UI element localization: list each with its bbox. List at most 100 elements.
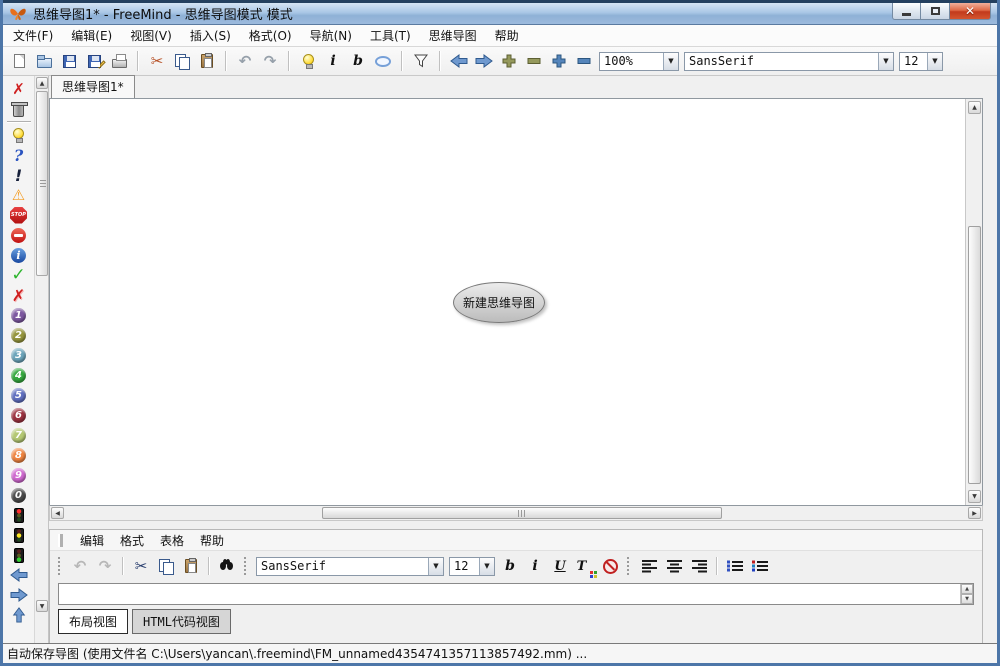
chevron-down-icon[interactable]: ▼ xyxy=(479,558,494,575)
zoom-in-blue-button[interactable] xyxy=(549,50,569,72)
icon-help[interactable]: ? xyxy=(6,145,32,165)
editor-menu-help[interactable]: 帮助 xyxy=(200,532,224,549)
open-map-button[interactable] xyxy=(34,50,54,72)
menu-file[interactable]: 文件(F) xyxy=(13,27,53,44)
chevron-down-icon[interactable]: ▼ xyxy=(663,53,678,70)
icon-traffic-green[interactable] xyxy=(6,545,32,565)
icon-remove[interactable]: ✗ xyxy=(6,79,32,99)
save-as-button[interactable] xyxy=(84,50,104,72)
icon-warning[interactable]: ⚠ xyxy=(6,185,32,205)
zoom-in-gray-button[interactable] xyxy=(499,50,519,72)
chevron-down-icon[interactable]: ▼ xyxy=(878,53,893,70)
cloud-button[interactable] xyxy=(373,50,393,72)
redo-button[interactable]: ↷ xyxy=(260,50,280,72)
editor-remove-format-button[interactable] xyxy=(600,555,620,577)
editor-font-family-select[interactable]: SansSerif ▼ xyxy=(256,557,444,576)
scroll-down-icon[interactable]: ▼ xyxy=(961,594,973,604)
editor-menu-format[interactable]: 格式 xyxy=(120,532,144,549)
paste-button[interactable] xyxy=(197,50,217,72)
note-text-input[interactable] xyxy=(59,584,960,604)
editor-undo-button[interactable]: ↶ xyxy=(70,555,90,577)
font-size-select[interactable]: 12 ▼ xyxy=(899,52,943,71)
panel-splitter[interactable] xyxy=(49,521,983,529)
filter-button[interactable] xyxy=(411,50,431,72)
icon-ok[interactable]: ✓ xyxy=(6,265,32,285)
icon-traffic-red[interactable] xyxy=(6,505,32,525)
editor-font-color-button[interactable]: T xyxy=(575,555,595,577)
root-node[interactable]: 新建思维导图 xyxy=(453,282,545,323)
editor-find-button[interactable] xyxy=(217,555,237,577)
menu-view[interactable]: 视图(V) xyxy=(130,27,172,44)
menu-insert[interactable]: 插入(S) xyxy=(190,27,231,44)
icon-arrow-left[interactable] xyxy=(6,565,32,585)
icon-exclamation[interactable]: ! xyxy=(6,165,32,185)
align-center-button[interactable] xyxy=(664,555,684,577)
editor-menu-edit[interactable]: 编辑 xyxy=(80,532,104,549)
minimize-button[interactable] xyxy=(892,3,921,20)
drag-handle[interactable] xyxy=(58,534,63,547)
navigate-forward-button[interactable] xyxy=(474,50,494,72)
title-bar[interactable]: 思维导图1* - FreeMind - 思维导图模式 模式 ✕ xyxy=(3,0,997,25)
icon-number-7[interactable]: 7 xyxy=(6,425,32,445)
icon-number-8[interactable]: 8 xyxy=(6,445,32,465)
icon-traffic-yellow[interactable] xyxy=(6,525,32,545)
icon-prohibited[interactable] xyxy=(6,225,32,245)
canvas-vertical-scrollbar[interactable]: ▲ ▼ xyxy=(965,99,982,505)
chevron-down-icon[interactable]: ▼ xyxy=(428,558,443,575)
icon-arrow-right[interactable] xyxy=(6,585,32,605)
canvas-horizontal-scrollbar[interactable]: ◀ ▶ xyxy=(49,505,983,521)
scroll-up-icon[interactable]: ▲ xyxy=(36,77,48,89)
icon-stop[interactable]: STOP xyxy=(6,205,32,225)
font-family-select[interactable]: SansSerif ▼ xyxy=(684,52,894,71)
icon-not-ok[interactable]: ✗ xyxy=(6,285,32,305)
menu-mindmap[interactable]: 思维导图 xyxy=(429,27,477,44)
icon-number-2[interactable]: 2 xyxy=(6,325,32,345)
editor-bold-button[interactable]: b xyxy=(500,555,520,577)
scroll-down-icon[interactable]: ▼ xyxy=(36,600,48,612)
idea-icon-button[interactable] xyxy=(298,50,318,72)
scroll-down-icon[interactable]: ▼ xyxy=(968,490,981,503)
editor-menu-table[interactable]: 表格 xyxy=(160,532,184,549)
close-button[interactable]: ✕ xyxy=(949,3,991,20)
note-input-scrollbar[interactable]: ▲ ▼ xyxy=(960,584,973,604)
maximize-button[interactable] xyxy=(921,3,949,20)
bullet-list-button[interactable] xyxy=(725,555,745,577)
scroll-left-icon[interactable]: ◀ xyxy=(51,507,64,519)
chevron-down-icon[interactable]: ▼ xyxy=(927,53,942,70)
scrollbar-thumb[interactable] xyxy=(36,91,48,276)
tab-html-code-view[interactable]: HTML代码视图 xyxy=(132,609,231,634)
italic-button[interactable]: i xyxy=(323,50,343,72)
icon-number-9[interactable]: 9 xyxy=(6,465,32,485)
icon-remove-all[interactable] xyxy=(6,99,32,119)
zoom-out-blue-button[interactable] xyxy=(574,50,594,72)
icon-info[interactable]: i xyxy=(6,245,32,265)
cut-button[interactable]: ✂ xyxy=(147,50,167,72)
align-right-button[interactable] xyxy=(689,555,709,577)
sidebar-scrollbar[interactable]: ▲ ▼ xyxy=(34,76,48,643)
map-canvas[interactable]: 新建思维导图 xyxy=(50,99,965,505)
icon-number-1[interactable]: 1 xyxy=(6,305,32,325)
icon-number-3[interactable]: 3 xyxy=(6,345,32,365)
icon-number-4[interactable]: 4 xyxy=(6,365,32,385)
menu-help[interactable]: 帮助 xyxy=(495,27,519,44)
icon-number-6[interactable]: 6 xyxy=(6,405,32,425)
new-map-button[interactable] xyxy=(9,50,29,72)
icon-idea[interactable] xyxy=(6,125,32,145)
print-button[interactable] xyxy=(109,50,129,72)
icon-number-5[interactable]: 5 xyxy=(6,385,32,405)
editor-underline-button[interactable]: U xyxy=(550,555,570,577)
editor-cut-button[interactable]: ✂ xyxy=(131,555,151,577)
icon-number-0[interactable]: 0 xyxy=(6,485,32,505)
bold-button[interactable]: b xyxy=(348,50,368,72)
scrollbar-thumb[interactable] xyxy=(968,226,981,484)
align-left-button[interactable] xyxy=(639,555,659,577)
drag-handle[interactable] xyxy=(244,557,249,575)
scroll-right-icon[interactable]: ▶ xyxy=(968,507,981,519)
editor-redo-button[interactable]: ↷ xyxy=(95,555,115,577)
menu-navigate[interactable]: 导航(N) xyxy=(310,27,352,44)
tab-layout-view[interactable]: 布局视图 xyxy=(58,609,128,634)
save-map-button[interactable] xyxy=(59,50,79,72)
zoom-out-gray-button[interactable] xyxy=(524,50,544,72)
drag-handle[interactable] xyxy=(627,557,632,575)
icon-arrow-up[interactable] xyxy=(6,605,32,625)
